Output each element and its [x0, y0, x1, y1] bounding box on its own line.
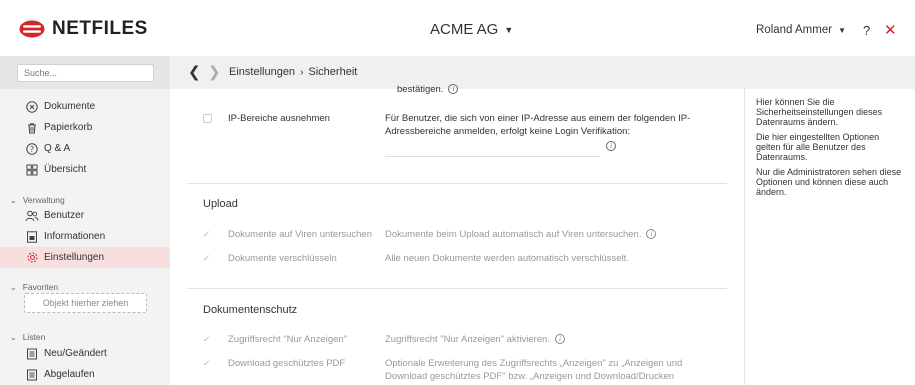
checkmark-icon[interactable]: ✓ [203, 358, 211, 369]
top-bar: NETFILES ACME AG ▼ Roland Ammer ▼ ? ✕ [0, 0, 915, 56]
sidebar-item-label: Abgelaufen [44, 369, 95, 380]
ip-exclude-label: IP-Bereiche ausnehmen [228, 113, 330, 124]
user-menu[interactable]: Roland Ammer ▼ [756, 24, 846, 36]
ip-range-input[interactable] [385, 156, 600, 157]
sidebar-item-informationen[interactable]: Informationen [0, 226, 170, 247]
forward-arrow-icon[interactable]: ❯ [208, 63, 221, 81]
info-icon[interactable]: i [554, 334, 565, 345]
view-only-description: Zugriffsrecht "Nur Anzeigen" aktivieren.… [385, 333, 565, 346]
sidebar-item-dokumente[interactable]: Dokumente [0, 96, 170, 117]
breadcrumb-item-sicherheit: Sicherheit [308, 66, 358, 78]
sidebar-item-einstellungen[interactable]: Einstellungen [0, 247, 170, 268]
encrypt-description: Alle neuen Dokumente werden automatisch … [385, 253, 629, 264]
help-panel: Hier können Sie die Sicherheitseinstellu… [744, 89, 915, 385]
section-divider [187, 183, 727, 184]
encrypt-label: Dokumente verschlüsseln [228, 253, 337, 264]
section-title: Listen [22, 332, 46, 342]
chevron-down-icon: ⌄ [10, 282, 17, 292]
room-selector[interactable]: ACME AG ▼ [430, 21, 513, 38]
user-name: Roland Ammer [756, 24, 833, 36]
close-button[interactable]: ✕ [884, 21, 897, 39]
sidebar-item-label: Informationen [44, 231, 106, 242]
grid-icon [25, 163, 39, 177]
favorites-drop-zone[interactable]: Objekt hierher ziehen [24, 293, 147, 313]
breadcrumb-separator: › [300, 66, 304, 78]
info-doc-icon [25, 230, 39, 244]
section-favoriten[interactable]: ⌄ Favoriten [10, 282, 58, 292]
logo-text: NETFILES [52, 18, 148, 39]
netfiles-logo-icon [19, 20, 45, 38]
help-paragraph: Hier können Sie die Sicherheitseinstellu… [756, 97, 883, 127]
fragment-text: bestätigen. [397, 84, 444, 95]
sidebar-item-label: Übersicht [44, 164, 87, 175]
section-heading-dokumentenschutz: Dokumentenschutz [203, 304, 298, 316]
info-icon[interactable]: i [646, 229, 657, 240]
sidebar-item-label: Neu/Geändert [44, 348, 107, 359]
breadcrumb: Einstellungen › Sicherheit [229, 66, 357, 78]
sidebar-item-papierkorb[interactable]: Papierkorb [0, 117, 170, 138]
sidebar-item-label: Einstellungen [44, 252, 105, 263]
sidebar-item-label: Papierkorb [44, 122, 93, 133]
ip-exclude-description: Für Benutzer, die sich von einer IP-Adre… [385, 113, 691, 137]
virus-scan-description: Dokumente beim Upload automatisch auf Vi… [385, 228, 657, 241]
description-text: Dokumente beim Upload automatisch auf Vi… [385, 229, 642, 240]
search-input[interactable] [17, 64, 154, 82]
sidebar-item-abgelaufen[interactable]: Abgelaufen [0, 364, 170, 385]
caret-down-icon: ▼ [504, 24, 514, 35]
checkmark-icon[interactable]: ✓ [203, 253, 211, 264]
section-heading-upload: Upload [203, 198, 238, 210]
protected-pdf-label: Download geschütztes PDF [228, 358, 346, 369]
trash-icon [25, 121, 39, 135]
sidebar-item-label: Dokumente [44, 101, 96, 112]
list-icon [25, 347, 39, 361]
sidebar-item-neu-geaendert[interactable]: Neu/Geändert [0, 343, 170, 364]
section-listen[interactable]: ⌄ Listen [10, 332, 45, 342]
caret-down-icon: ▼ [838, 25, 846, 35]
section-title: Favoriten [22, 282, 59, 292]
chevron-down-icon: ⌄ [10, 195, 17, 205]
gear-icon [25, 251, 39, 265]
logo[interactable]: NETFILES [19, 18, 148, 40]
sidebar-item-uebersicht[interactable]: Übersicht [0, 159, 170, 180]
checkmark-icon[interactable]: ✓ [203, 334, 211, 345]
info-icon[interactable]: i [448, 84, 459, 95]
users-icon [25, 209, 39, 223]
help-button[interactable]: ? [863, 23, 870, 38]
circle-x-icon [25, 100, 39, 114]
ip-exclude-checkbox[interactable] [203, 114, 212, 123]
description-text: Zugriffsrecht "Nur Anzeigen" aktivieren. [385, 334, 550, 345]
info-icon[interactable]: i [606, 141, 616, 151]
question-circle-icon: ? [25, 142, 39, 156]
checkmark-icon[interactable]: ✓ [203, 229, 211, 240]
sidebar-item-label: Q & A [44, 143, 71, 154]
help-paragraph: Die hier eingestellten Optionen gelten f… [756, 132, 880, 162]
chevron-down-icon: ⌄ [10, 332, 17, 342]
breadcrumb-item-einstellungen[interactable]: Einstellungen [229, 66, 295, 78]
back-arrow-icon[interactable]: ❮ [188, 63, 201, 81]
svg-text:?: ? [30, 144, 34, 153]
sidebar-item-benutzer[interactable]: Benutzer [0, 205, 170, 226]
section-divider [187, 288, 727, 289]
section-title: Verwaltung [22, 195, 65, 205]
sidebar-item-label: Benutzer [44, 210, 85, 221]
section-verwaltung[interactable]: ⌄ Verwaltung [10, 195, 65, 205]
room-title: ACME AG [430, 21, 499, 38]
view-only-label: Zugriffsrecht "Nur Anzeigen" [228, 334, 348, 345]
description-fragment: bestätigen. i [397, 83, 459, 96]
list-icon [25, 368, 39, 382]
protected-pdf-description: Optionale Erweiterung des Zugriffsrechts… [385, 358, 683, 382]
sidebar-item-qa[interactable]: ? Q & A [0, 138, 170, 159]
help-paragraph: Nur die Administratoren sehen diese Opti… [756, 167, 902, 197]
virus-scan-label: Dokumente auf Viren untersuchen [228, 229, 372, 240]
